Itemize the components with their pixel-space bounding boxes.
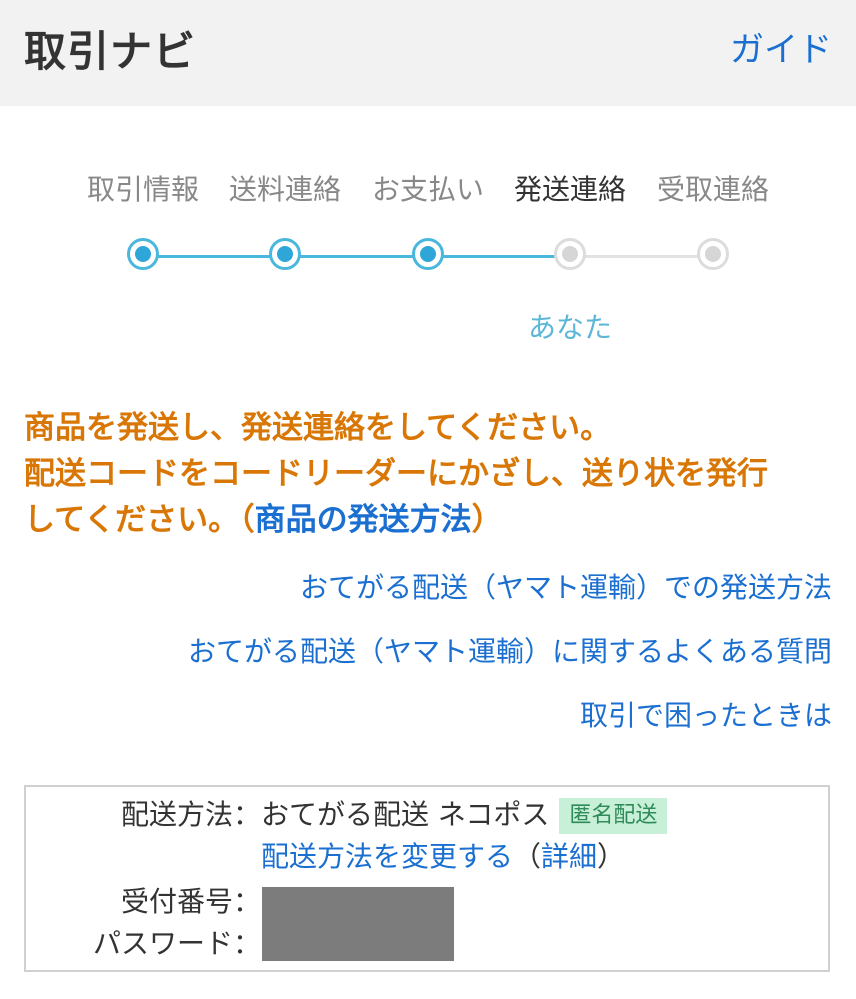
guide-link[interactable]: ガイド — [730, 22, 832, 71]
password-label: パスワード： — [92, 927, 261, 960]
progress-line-pending — [571, 255, 714, 258]
shipping-method-help-link[interactable]: 商品の発送方法 — [255, 502, 472, 538]
detail-open-paren: （ — [513, 840, 542, 873]
instruction-line-3: してください。（商品の発送方法） — [24, 497, 836, 543]
current-actor-label: あなた — [527, 311, 612, 344]
yamato-faq-link[interactable]: おてがる配送（ヤマト運輸）に関するよくある質問 — [188, 630, 832, 694]
trouble-help-link[interactable]: 取引で困ったときは — [188, 694, 832, 758]
step-label-receipt-notice: 受取連絡 — [656, 173, 769, 206]
shipping-info-box: 配送方法：おてがる配送 ネコポス 匿名配送 配送方法を変更する（詳細） 受付番号：… — [24, 785, 830, 972]
step-dot-trade-info — [127, 238, 159, 270]
anonymous-shipping-badge: 匿名配送 — [559, 798, 668, 834]
progress-tracker — [0, 236, 856, 276]
detail-link[interactable]: 詳細 — [541, 840, 597, 873]
step-label-trade-info: 取引情報 — [86, 173, 199, 206]
step-dot-shipping-fee — [269, 238, 301, 270]
step-dot-payment — [412, 238, 444, 270]
password-row: パスワード： — [26, 924, 261, 964]
progress-step-labels: 取引情報 送料連絡 お支払い 発送連絡 受取連絡 — [0, 168, 856, 208]
instruction-line-1: 商品を発送し、発送連絡をしてください。 — [24, 410, 612, 446]
shipping-method-value: おてがる配送 ネコポス — [261, 798, 550, 831]
instruction-line-3-suffix: ） — [471, 502, 503, 538]
instruction-line-2: 配送コードをコードリーダーにかざし、送り状を発行 — [24, 456, 768, 492]
change-method-row: 配送方法を変更する（詳細） — [26, 837, 625, 877]
shipping-instructions: 商品を発送し、発送連絡をしてください。 配送コードをコードリーダーにかざし、送り… — [24, 405, 836, 543]
shipping-method-label: 配送方法： — [120, 798, 261, 831]
page-title: 取引ナビ — [24, 27, 197, 76]
redacted-credentials — [262, 887, 454, 961]
yamato-shipping-method-link[interactable]: おてがる配送（ヤマト運輸）での発送方法 — [188, 566, 832, 630]
app-header: 取引ナビ ガイド — [0, 0, 856, 106]
receipt-number-label: 受付番号： — [120, 885, 261, 918]
progress-line-complete — [143, 255, 571, 258]
step-label-payment: お支払い — [371, 173, 484, 206]
step-label-shipping-notice: 発送連絡 — [513, 173, 626, 206]
help-links: おてがる配送（ヤマト運輸）での発送方法 おてがる配送（ヤマト運輸）に関するよくあ… — [188, 566, 832, 758]
step-label-shipping-fee: 送料連絡 — [228, 173, 341, 206]
change-shipping-method-link[interactable]: 配送方法を変更する — [261, 840, 513, 873]
step-dot-receipt-notice — [697, 238, 729, 270]
shipping-method-row: 配送方法：おてがる配送 ネコポス 匿名配送 — [26, 795, 668, 835]
step-dot-shipping-notice — [554, 238, 586, 270]
receipt-number-row: 受付番号： — [26, 882, 261, 922]
instruction-line-3-prefix: してください。（ — [24, 502, 255, 538]
detail-close-paren: ） — [597, 840, 626, 873]
